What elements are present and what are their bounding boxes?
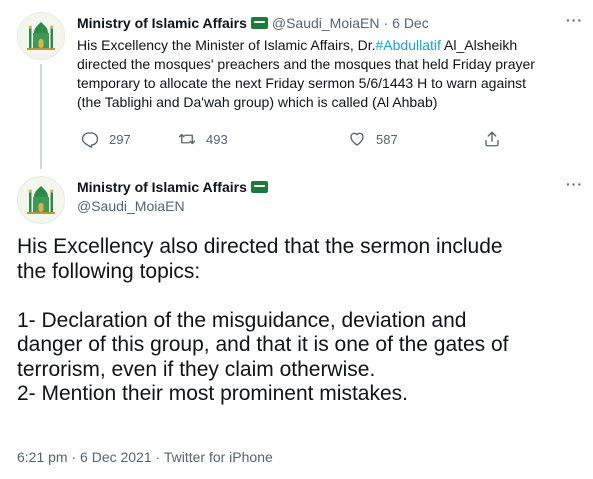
tweet-body-line: 2- Mention their most prominent mistakes… [17, 382, 408, 405]
more-options-icon[interactable]: ··· [566, 176, 583, 192]
retweet-count: 493 [206, 131, 228, 147]
tweet-text-line: (the Tablighi and Da'wah group) which is… [77, 94, 438, 110]
tweet-actions: 297 493 587 [77, 130, 507, 150]
saudi-flag-icon [250, 181, 268, 193]
more-options-icon[interactable]: ··· [566, 12, 583, 28]
tweet-text-line: temporary to allocate the next Friday se… [77, 75, 527, 91]
mosque-logo-icon [27, 186, 55, 214]
tweet-body-line: terrorism, even if they claim otherwise. [17, 357, 376, 381]
author-name[interactable]: Ministry of Islamic Affairs [77, 15, 247, 31]
author-handle[interactable]: @Saudi_MoiaEN [77, 198, 185, 214]
retweet-button[interactable]: 493 [178, 130, 228, 148]
tweet-focused: Ministry of Islamic Affairs @Saudi_MoiaE… [0, 165, 593, 479]
reply-button[interactable]: 297 [81, 130, 131, 148]
reply-icon [81, 132, 99, 148]
tweet-body: His Excellency also directed that the se… [17, 235, 577, 407]
tweet-body-line: danger of this group, and that it is one… [17, 333, 509, 356]
tweet-date[interactable]: 6 Dec [392, 15, 429, 31]
heart-icon [350, 132, 364, 146]
author-name[interactable]: Ministry of Islamic Affairs [77, 179, 247, 195]
hashtag-link[interactable]: #Abdullatif [376, 37, 441, 53]
author-handle[interactable]: @Saudi_MoiaEN [272, 15, 380, 31]
saudi-flag-icon [250, 17, 268, 29]
author-avatar[interactable] [17, 12, 65, 60]
tweet-first[interactable]: Ministry of Islamic Affairs @Saudi_MoiaE… [0, 0, 593, 169]
author-name-row: Ministry of Islamic Affairs [77, 179, 268, 195]
tweet-text-line: directed the mosques' preachers and the … [77, 56, 535, 72]
reply-count: 297 [109, 131, 131, 147]
thread-connector-line [40, 64, 42, 169]
tweet-text-line: His Excellency the Minister of Islamic A… [77, 36, 582, 55]
mosque-logo-icon [27, 22, 55, 50]
tweet-body-line: His Excellency also directed that the se… [17, 235, 503, 258]
tweet-body-blank-line [17, 284, 577, 309]
tweet-text: His Excellency the Minister of Islamic A… [77, 36, 582, 112]
tweet-body-line: 1- Declaration of the misguidance, devia… [17, 308, 467, 332]
text-segment: His Excellency the Minister of Islamic A… [77, 37, 376, 53]
like-count: 587 [376, 131, 398, 147]
tweet-body-line: the following topics: [17, 259, 201, 283]
author-avatar[interactable] [17, 176, 65, 224]
retweet-icon [178, 133, 196, 145]
tweet-timestamp-source[interactable]: 6:21 pm · 6 Dec 2021 · Twitter for iPhon… [17, 449, 273, 465]
like-button[interactable]: 587 [348, 130, 398, 148]
separator-dot: · [383, 15, 389, 31]
share-icon [485, 131, 499, 147]
share-button[interactable] [483, 130, 511, 148]
tweet-header: Ministry of Islamic Affairs @Saudi_MoiaE… [77, 15, 429, 31]
text-segment: Al_Alsheikh [440, 37, 518, 53]
